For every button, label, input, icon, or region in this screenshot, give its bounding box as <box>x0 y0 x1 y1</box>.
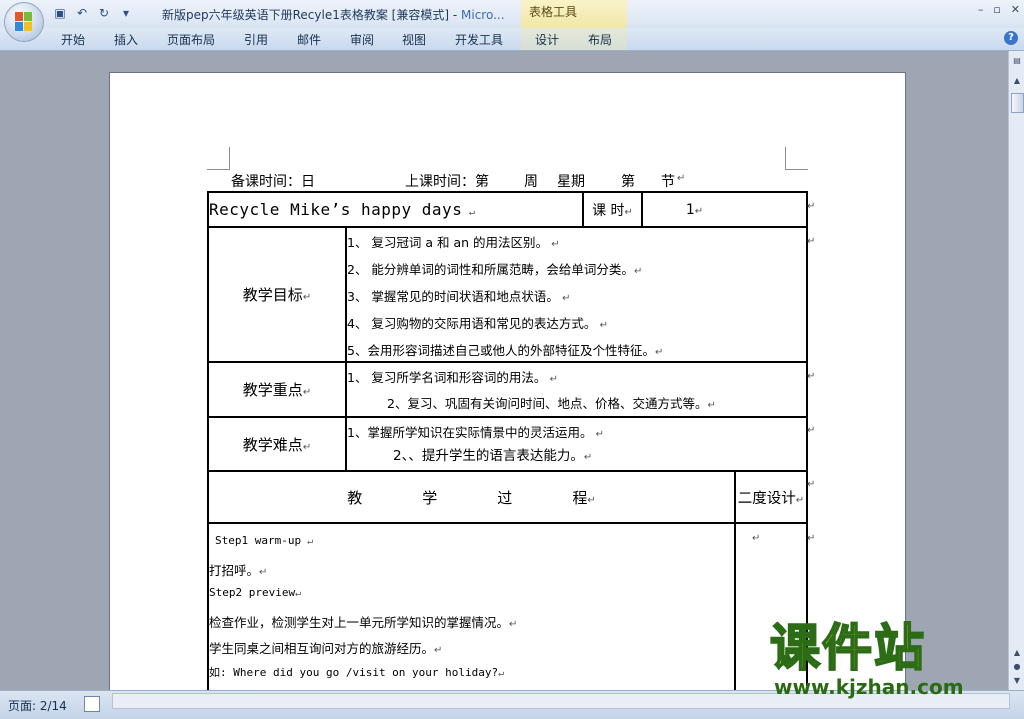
list-item: 2、、提升学生的语言表达能力。↵ <box>393 448 593 464</box>
redo-icon[interactable]: ↻ <box>96 5 112 21</box>
close-button[interactable]: ✕ <box>1011 3 1020 16</box>
end-of-row-mark: ↵ <box>807 236 816 247</box>
window-title: 新版pep六年级英语下册Recyle1表格教案 [兼容模式] - Micro..… <box>162 8 505 22</box>
minimize-button[interactable]: – <box>978 3 984 16</box>
customize-qat-icon[interactable]: ▾ <box>118 5 134 21</box>
tab-developer[interactable]: 开发工具 <box>455 31 503 48</box>
tab-view[interactable]: 视图 <box>402 31 426 48</box>
tab-references[interactable]: 引用 <box>244 31 268 48</box>
document-body: 备课时间：日 上课时间：第 周 星期 第 节 ↵ Recycle Mike’s … <box>110 73 905 713</box>
scroll-thumb[interactable] <box>1011 93 1024 113</box>
kjzhan-watermark: 课件站 www.kjzhan.com <box>769 618 1000 709</box>
document-check-icon[interactable] <box>84 696 100 712</box>
page-number-indicator[interactable]: 页面: 2/14 <box>8 697 67 714</box>
list-item: 2、 能分辨单词的词性和所属范畴，会给单词分类。↵ <box>347 262 643 277</box>
end-of-row-mark: ↵ <box>807 201 816 212</box>
office-button[interactable] <box>5 3 43 41</box>
order-label: 第 <box>621 174 635 190</box>
process-header-cell[interactable]: 教学过程↵ <box>207 470 736 524</box>
section-label: 节 <box>661 174 675 190</box>
end-of-row-mark: ↵ <box>807 371 816 382</box>
end-of-row-mark: ↵ <box>807 533 816 544</box>
list-item: 学生同桌之间相互询问对方的旅游经历。↵ <box>209 641 443 656</box>
table-row: Step1 warm-up ↵ 打招呼。↵ Step2 preview↵ 检查作… <box>207 522 808 704</box>
prev-page-icon[interactable]: ▲ <box>1011 647 1023 659</box>
list-item: 1、 复习冠词 a 和 an 的用法区别。 ↵ <box>347 235 560 250</box>
list-item: 2、复习、巩固有关询问时间、地点、价格、交通方式等。↵ <box>387 396 716 411</box>
table-tools-context-tab: 表格工具 <box>521 0 627 28</box>
second-design-header-cell[interactable]: 二度设计↵ <box>734 470 808 524</box>
period-label-cell[interactable]: 课 时↵ <box>582 191 643 228</box>
tab-layout[interactable]: 布局 <box>588 31 612 48</box>
window-controls: – ▫ ✕ <box>978 3 1020 16</box>
tab-home[interactable]: 开始 <box>61 31 85 48</box>
table-row: 教学重点↵ 1、 复习所学名词和形容词的用法。 ↵ 2、复习、巩固有关询问时间、… <box>207 361 808 418</box>
list-item: 4、 复习购物的交际用语和常见的表达方式。 ↵ <box>347 316 608 331</box>
difficulties-cell[interactable]: 1、掌握所学知识在实际情景中的灵活运用。 ↵ 2、、提升学生的语言表达能力。↵ <box>345 416 808 472</box>
table-row: 教学难点↵ 1、掌握所学知识在实际情景中的灵活运用。 ↵ 2、、提升学生的语言表… <box>207 416 808 472</box>
ribbon-tabs: 开始 插入 页面布局 引用 邮件 审阅 视图 开发工具 设计 布局 ? <box>0 28 1024 51</box>
document-workspace: 备课时间：日 上课时间：第 周 星期 第 节 ↵ Recycle Mike’s … <box>0 51 1008 714</box>
tab-design[interactable]: 设计 <box>535 31 559 48</box>
tab-insert[interactable]: 插入 <box>114 31 138 48</box>
vertical-scrollbar[interactable]: ▤ ▲ ▲ ● ▼ <box>1008 51 1024 690</box>
tab-review[interactable]: 审阅 <box>350 31 374 48</box>
undo-icon[interactable]: ↶ <box>74 5 90 21</box>
process-content-cell[interactable]: Step1 warm-up ↵ 打招呼。↵ Step2 preview↵ 检查作… <box>207 522 736 704</box>
title-bar: ▣ ↶ ↻ ▾ 新版pep六年级英语下册Recyle1表格教案 [兼容模式] -… <box>0 0 1024 28</box>
table-row: Recycle Mike’s happy days ↵ 课 时↵ 1↵ <box>207 191 808 228</box>
next-page-icon[interactable]: ▼ <box>1011 675 1023 687</box>
objectives-label-cell[interactable]: 教学目标↵ <box>207 226 347 363</box>
watermark-url-text: www.kjzhan.com <box>774 675 964 699</box>
list-item: 1、掌握所学知识在实际情景中的灵活运用。 ↵ <box>347 425 605 440</box>
browse-object-icon[interactable]: ● <box>1011 661 1023 673</box>
table-row: 教学目标↵ 1、 复习冠词 a 和 an 的用法区别。 ↵ 2、 能分辨单词的词… <box>207 226 808 363</box>
table-row: 教学过程↵ 二度设计↵ <box>207 470 808 524</box>
list-item: 1、 复习所学名词和形容词的用法。 ↵ <box>347 370 558 385</box>
paragraph-mark: ↵ <box>677 173 686 184</box>
end-of-row-mark: ↵ <box>807 479 816 490</box>
week-label: 周 <box>524 174 538 190</box>
watermark-cn-text: 课件站 <box>769 618 926 678</box>
office-logo-icon <box>15 12 32 31</box>
list-item: Step1 warm-up ↵ <box>215 534 314 547</box>
list-item: 如: Where did you go /visit on your holid… <box>209 666 505 679</box>
list-item: 打招呼。↵ <box>209 563 268 578</box>
tab-page-layout[interactable]: 页面布局 <box>167 31 215 48</box>
keypoints-label-cell[interactable]: 教学重点↵ <box>207 361 347 418</box>
list-item: Step2 preview↵ <box>209 586 302 599</box>
topic-cell[interactable]: Recycle Mike’s happy days ↵ <box>207 191 584 228</box>
list-item: 5、会用形容词描述自己或他人的外部特征及个性特征。↵ <box>347 343 664 358</box>
save-icon[interactable]: ▣ <box>52 5 68 21</box>
period-value-cell[interactable]: 1↵ <box>641 191 808 228</box>
help-icon[interactable]: ? <box>1004 31 1018 45</box>
restore-button[interactable]: ▫ <box>993 3 1000 16</box>
topic-text: Recycle Mike’s happy days <box>209 200 463 219</box>
class-time: 上课时间：第 <box>405 174 489 190</box>
tab-mailings[interactable]: 邮件 <box>297 31 321 48</box>
difficulties-label-cell[interactable]: 教学难点↵ <box>207 416 347 472</box>
ruler-toggle-icon[interactable]: ▤ <box>1011 55 1023 67</box>
keypoints-cell[interactable]: 1、 复习所学名词和形容词的用法。 ↵ 2、复习、巩固有关询问时间、地点、价格、… <box>345 361 808 418</box>
objectives-cell[interactable]: 1、 复习冠词 a 和 an 的用法区别。 ↵ 2、 能分辨单词的词性和所属范畴… <box>345 226 808 363</box>
list-item: 3、 掌握常见的时间状语和地点状语。 ↵ <box>347 289 571 304</box>
prep-time: 备课时间：日 <box>231 174 315 190</box>
end-of-row-mark: ↵ <box>807 425 816 436</box>
document-page[interactable]: 备课时间：日 上课时间：第 周 星期 第 节 ↵ Recycle Mike’s … <box>109 72 906 714</box>
list-item: 检查作业，检测学生对上一单元所学知识的掌握情况。↵ <box>209 615 518 630</box>
scroll-up-icon[interactable]: ▲ <box>1011 75 1023 87</box>
lesson-plan-table: Recycle Mike’s happy days ↵ 课 时↵ 1↵ 教学目标… <box>207 191 808 704</box>
quick-access-toolbar: ▣ ↶ ↻ ▾ <box>52 4 134 22</box>
weekday-label: 星期 <box>557 174 585 190</box>
